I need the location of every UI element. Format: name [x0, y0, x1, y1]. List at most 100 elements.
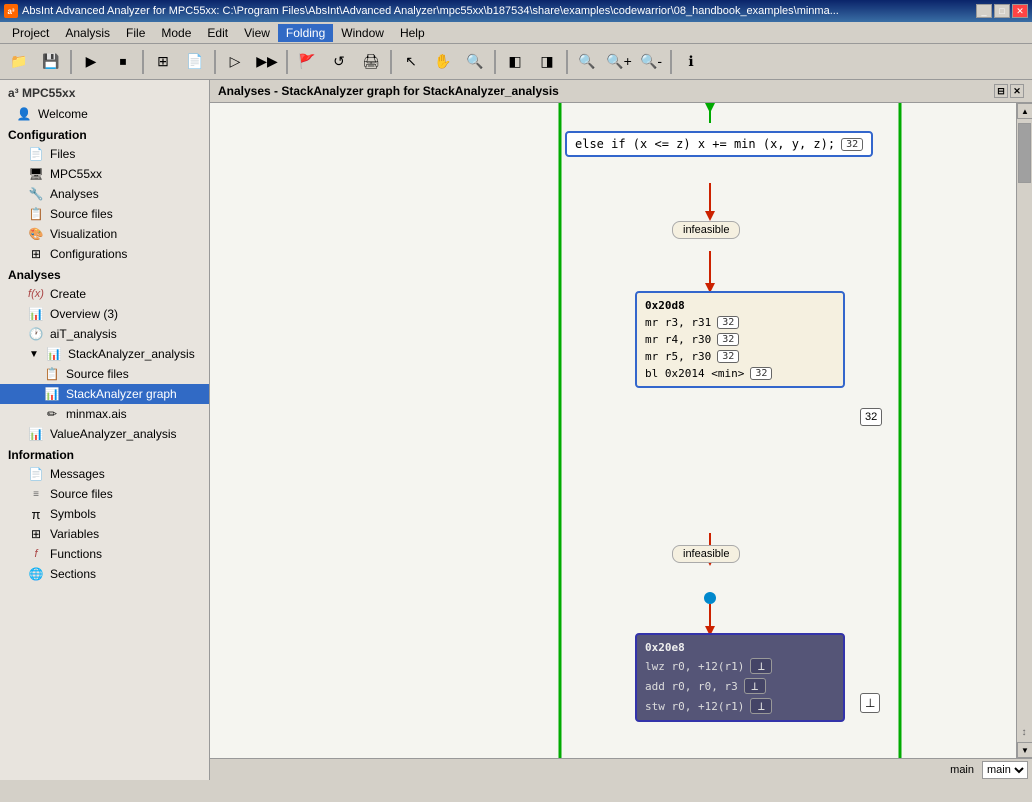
menu-project[interactable]: Project [4, 24, 57, 42]
toolbar-sep8 [670, 50, 672, 74]
maximize-button[interactable]: □ [994, 4, 1010, 18]
sidebar-item-sections[interactable]: 🌐 Sections [0, 564, 209, 584]
sidebar-item-configurations[interactable]: ⊞ Configurations [0, 244, 209, 264]
sidebar-item-analyses[interactable]: 🔧 Analyses [0, 184, 209, 204]
toolbar-nav2-btn[interactable]: ◨ [532, 48, 562, 76]
menu-window[interactable]: Window [333, 24, 392, 42]
status-dropdown[interactable]: main [982, 761, 1028, 779]
block-20e8-addr: 0x20e8 [641, 639, 839, 656]
configuration-header: Configuration [0, 124, 209, 144]
minimize-button[interactable]: _ [976, 4, 992, 18]
sidebar-item-visualization[interactable]: 🎨 Visualization [0, 224, 209, 244]
sidebar-visualization-label: Visualization [50, 227, 117, 241]
menu-edit[interactable]: Edit [199, 24, 236, 42]
condition-text: else if (x <= z) x += min (x, y, z); [575, 137, 835, 151]
sidebar-item-sourcefiles[interactable]: 📋 Source files [0, 364, 209, 384]
sidebar-analyses-label: Analyses [50, 187, 99, 201]
toolbar-zoom-in-btn[interactable]: 🔍+ [604, 48, 634, 76]
instr-add-badge: ⊥ [744, 678, 766, 694]
toolbar-stop-btn[interactable]: ⏹ [108, 48, 138, 76]
content-close-btn[interactable]: ✕ [1010, 84, 1024, 98]
sidebar-item-minmax[interactable]: ✏ minmax.ais [0, 404, 209, 424]
sidebar-item-mpc55xx[interactable]: 🖥 MPC55xx [0, 164, 209, 184]
sidebar-item-create[interactable]: f(x) Create [0, 284, 209, 304]
sidebar-item-symbols[interactable]: π Symbols [0, 504, 209, 524]
sidebar-item-stackgraph[interactable]: 📊 StackAnalyzer graph [0, 384, 209, 404]
instr-mr-r4-text: mr r4, r30 [645, 333, 711, 346]
sourcefiles-icon: 📋 [44, 366, 60, 382]
configurations-icon: ⊞ [28, 246, 44, 262]
sidebar-logo: a³ MPC55xx [0, 80, 209, 104]
close-button[interactable]: ✕ [1012, 4, 1028, 18]
sidebar-valueanalyzer-label: ValueAnalyzer_analysis [50, 427, 177, 441]
title-bar-buttons: _ □ ✕ [976, 4, 1028, 18]
messages-icon: 📄 [28, 466, 44, 482]
sidebar-minmax-label: minmax.ais [66, 407, 127, 421]
menu-analysis[interactable]: Analysis [57, 24, 118, 42]
sourcefiles-config-icon: 📋 [28, 206, 44, 222]
sidebar-item-overview[interactable]: 📊 Overview (3) [0, 304, 209, 324]
restore-btn[interactable]: ⊟ [994, 84, 1008, 98]
functions-icon: f [28, 546, 44, 562]
sidebar-item-functions[interactable]: f Functions [0, 544, 209, 564]
sidebar-item-ait[interactable]: 🕐 aiT_analysis [0, 324, 209, 344]
sidebar-item-sourcefiles-config[interactable]: 📋 Source files [0, 204, 209, 224]
instr-stw: stw r0, +12(r1) ⊥ [641, 696, 839, 716]
sidebar-functions-label: Functions [50, 547, 102, 561]
toolbar-play2-btn[interactable]: ▷ [220, 48, 250, 76]
ait-icon: 🕐 [28, 326, 44, 342]
sidebar-messages-label: Messages [50, 467, 105, 481]
graph-area[interactable]: else if (x <= z) x += min (x, y, z); 32 … [210, 103, 1032, 758]
sidebar-mpc-label: MPC55xx [50, 167, 102, 181]
sidebar-sourcefiles-label: Source files [66, 367, 129, 381]
sidebar-item-stackanalyzer[interactable]: ▼ 📊 StackAnalyzer_analysis [0, 344, 209, 364]
sidebar-item-valueanalyzer[interactable]: 📊 ValueAnalyzer_analysis [0, 424, 209, 444]
toolbar-grid-btn[interactable]: ⊞ [148, 48, 178, 76]
mpc-icon: 🖥 [28, 166, 44, 182]
graph-scroll[interactable]: else if (x <= z) x += min (x, y, z); 32 … [210, 103, 1032, 758]
menu-mode[interactable]: Mode [153, 24, 199, 42]
scroll-thumb[interactable] [1018, 123, 1031, 183]
sidebar-item-messages[interactable]: 📄 Messages [0, 464, 209, 484]
toolbar-play-btn[interactable]: ▶ [76, 48, 106, 76]
sidebar-item-variables[interactable]: ⊞ Variables [0, 524, 209, 544]
sidebar-sourcefiles-info-label: Source files [50, 487, 113, 501]
toolbar-hand-btn[interactable]: ✋ [428, 48, 458, 76]
menu-view[interactable]: View [236, 24, 278, 42]
side-badge-1: 32 [860, 408, 882, 426]
instr-lwz-text: lwz r0, +12(r1) [645, 660, 744, 673]
scrollbar-vertical[interactable]: ▲ ▼ ↕ [1016, 103, 1032, 758]
toolbar-flag-btn[interactable]: 🚩 [292, 48, 322, 76]
toolbar-zoom-search-btn[interactable]: 🔍 [572, 48, 602, 76]
menu-help[interactable]: Help [392, 24, 433, 42]
instr-bl-badge: 32 [750, 367, 772, 380]
sidebar-item-sourcefiles-info[interactable]: ≡ Source files [0, 484, 209, 504]
toolbar-cursor-btn[interactable]: ↖ [396, 48, 426, 76]
instr-mr-r5-text: mr r5, r30 [645, 350, 711, 363]
toolbar-zoom-out-btn[interactable]: 🔍- [636, 48, 666, 76]
content-area: Analyses - StackAnalyzer graph for Stack… [210, 80, 1032, 780]
status-bar: main main [210, 758, 1032, 780]
toolbar-info-btn[interactable]: ℹ [676, 48, 706, 76]
toolbar-save-btn[interactable]: 💾 [36, 48, 66, 76]
sidebar-stackgraph-label: StackAnalyzer graph [66, 387, 177, 401]
instr-stw-badge: ⊥ [750, 698, 772, 714]
toolbar-play3-btn[interactable]: ▶▶ [252, 48, 282, 76]
toolbar-doc-btn[interactable]: 📄 [180, 48, 210, 76]
menu-folding[interactable]: Folding [278, 24, 333, 42]
instr-add-text: add r0, r0, r3 [645, 680, 738, 693]
toolbar-sep3 [214, 50, 216, 74]
toolbar-sep1 [70, 50, 72, 74]
toolbar-refresh-btn[interactable]: ↺ [324, 48, 354, 76]
menu-bar: Project Analysis File Mode Edit View Fol… [0, 22, 1032, 44]
sidebar-item-files[interactable]: 📄 Files [0, 144, 209, 164]
toolbar-search-btn[interactable]: 🔍 [460, 48, 490, 76]
menu-file[interactable]: File [118, 24, 153, 42]
scroll-up-btn[interactable]: ▲ [1017, 103, 1032, 119]
scroll-down-btn[interactable]: ▼ [1017, 742, 1032, 758]
sidebar-welcome[interactable]: 👤 Welcome [0, 104, 209, 124]
toolbar-open-btn[interactable]: 📁 [4, 48, 34, 76]
title-bar: a³ AbsInt Advanced Analyzer for MPC55xx:… [0, 0, 1032, 22]
toolbar-nav1-btn[interactable]: ◧ [500, 48, 530, 76]
toolbar-print-btn[interactable]: 🖨 [356, 48, 386, 76]
